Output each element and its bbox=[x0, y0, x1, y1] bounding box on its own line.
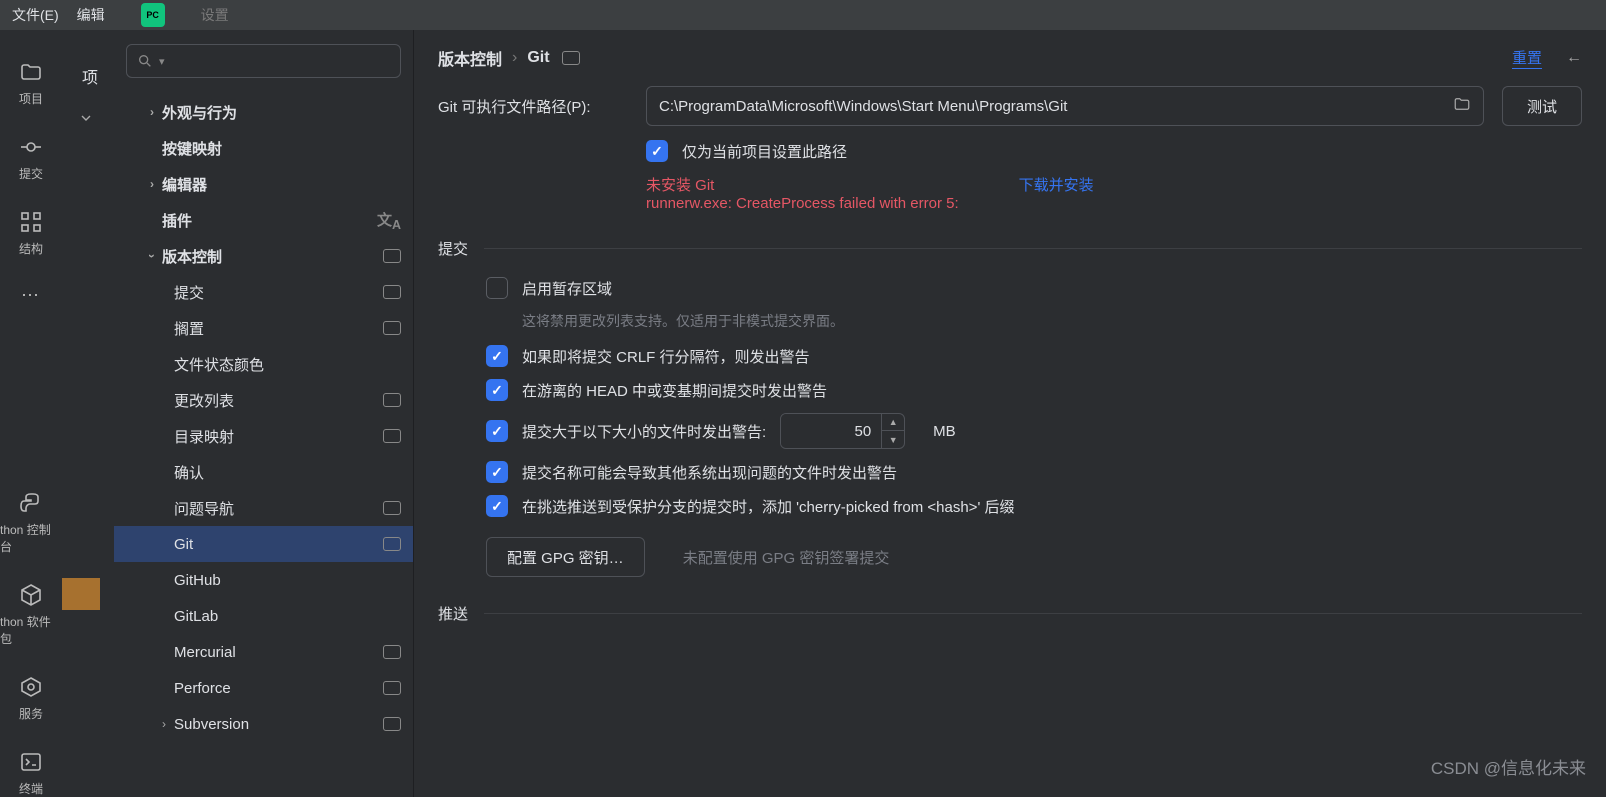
tree-plugins[interactable]: 插件文A bbox=[114, 202, 413, 238]
gpg-config-button[interactable]: 配置 GPG 密钥… bbox=[486, 537, 645, 577]
packages-icon bbox=[19, 583, 43, 607]
tree-appearance[interactable]: ›外观与行为 bbox=[114, 94, 413, 130]
warn-badnames-checkbox[interactable] bbox=[486, 461, 508, 483]
gpg-hint: 未配置使用 GPG 密钥签署提交 bbox=[683, 547, 890, 568]
tree-issue-nav[interactable]: 问题导航 bbox=[114, 490, 413, 526]
only-project-label: 仅为当前项目设置此路径 bbox=[682, 141, 847, 162]
breadcrumb-separator: › bbox=[512, 49, 517, 67]
folder-icon bbox=[19, 60, 43, 84]
tree-vcs[interactable]: ›版本控制 bbox=[114, 238, 413, 274]
project-badge-icon bbox=[383, 645, 401, 659]
tree-editor[interactable]: ›编辑器 bbox=[114, 166, 413, 202]
tool-packages[interactable]: thon 软件包 bbox=[0, 583, 62, 647]
breadcrumb: 版本控制 › Git 重置 ← bbox=[414, 30, 1606, 86]
warn-detached-checkbox[interactable] bbox=[486, 379, 508, 401]
project-collapse-label[interactable]: 项 bbox=[82, 64, 98, 88]
mid-gap: 项 bbox=[62, 30, 114, 797]
tree-shelve[interactable]: 搁置 bbox=[114, 310, 413, 346]
enable-staging-hint: 这将禁用更改列表支持。仅适用于非模式提交界面。 bbox=[522, 311, 1582, 331]
breadcrumb-vcs[interactable]: 版本控制 bbox=[438, 46, 502, 70]
project-badge-icon bbox=[383, 249, 401, 263]
project-badge-icon bbox=[562, 51, 580, 65]
tree-file-status[interactable]: 文件状态颜色 bbox=[114, 346, 413, 382]
tree-github[interactable]: GitHub bbox=[114, 562, 413, 598]
warn-size-unit: MB bbox=[933, 423, 956, 440]
tool-terminal[interactable]: 终端 bbox=[0, 750, 62, 797]
tree-subversion[interactable]: ›Subversion bbox=[114, 706, 413, 742]
menu-settings[interactable]: 设置 bbox=[201, 5, 229, 25]
breadcrumb-git: Git bbox=[527, 49, 549, 67]
language-icon: 文A bbox=[377, 209, 401, 232]
tree-dir-map[interactable]: 目录映射 bbox=[114, 418, 413, 454]
spinner-down-icon[interactable]: ▼ bbox=[882, 431, 904, 449]
project-badge-icon bbox=[383, 717, 401, 731]
menubar: 文件(E) 编辑 PC 设置 bbox=[0, 0, 1606, 30]
settings-content: 版本控制 › Git 重置 ← Git 可执行文件路径(P): C:\Progr… bbox=[414, 30, 1606, 797]
tree-confirm[interactable]: 确认 bbox=[114, 454, 413, 490]
project-badge-icon bbox=[383, 321, 401, 335]
services-icon bbox=[19, 675, 43, 699]
back-arrow-icon[interactable]: ← bbox=[1566, 49, 1582, 67]
chevron-down-icon[interactable] bbox=[78, 110, 94, 129]
test-button[interactable]: 测试 bbox=[1502, 86, 1582, 126]
project-badge-icon bbox=[383, 501, 401, 515]
tool-structure[interactable]: 结构 bbox=[0, 210, 62, 257]
git-path-input[interactable]: C:\ProgramData\Microsoft\Windows\Start M… bbox=[646, 86, 1484, 126]
download-install-link[interactable]: 下载并安装 bbox=[1019, 174, 1094, 212]
tool-iconbar: 项目 提交 结构 ⋯ thon 控制台 thon 软件包 服务 终端 bbox=[0, 30, 62, 797]
tree-mercurial[interactable]: Mercurial bbox=[114, 634, 413, 670]
runner-error: runnerw.exe: CreateProcess failed with e… bbox=[646, 195, 959, 212]
warn-crlf-label: 如果即将提交 CRLF 行分隔符，则发出警告 bbox=[522, 346, 810, 367]
tree-git[interactable]: Git bbox=[114, 526, 413, 562]
settings-tree: ▾ ›外观与行为 按键映射 ›编辑器 插件文A ›版本控制 提交 搁置 文件状态… bbox=[114, 30, 414, 797]
tree-changelists[interactable]: 更改列表 bbox=[114, 382, 413, 418]
folder-browse-icon[interactable] bbox=[1453, 95, 1471, 117]
tool-pyconsole[interactable]: thon 控制台 bbox=[0, 491, 62, 555]
tool-commit[interactable]: 提交 bbox=[0, 135, 62, 182]
project-badge-icon bbox=[383, 681, 401, 695]
warn-size-checkbox[interactable] bbox=[486, 420, 508, 442]
cherry-pick-label: 在挑选推送到受保护分支的提交时，添加 'cherry-picked from <… bbox=[522, 496, 1014, 517]
project-badge-icon bbox=[383, 429, 401, 443]
cherry-pick-checkbox[interactable] bbox=[486, 495, 508, 517]
python-icon bbox=[19, 491, 43, 515]
settings-search[interactable]: ▾ bbox=[126, 44, 401, 78]
menu-file[interactable]: 文件(E) bbox=[12, 5, 59, 25]
warn-detached-label: 在游离的 HEAD 中或变基期间提交时发出警告 bbox=[522, 380, 827, 401]
tree-gitlab[interactable]: GitLab bbox=[114, 598, 413, 634]
reset-link[interactable]: 重置 bbox=[1512, 47, 1542, 69]
tree-commit[interactable]: 提交 bbox=[114, 274, 413, 310]
push-section-header: 推送 bbox=[438, 603, 1582, 624]
size-spinner[interactable]: ▲▼ bbox=[881, 413, 904, 449]
commit-section-header: 提交 bbox=[438, 238, 1582, 259]
commit-icon bbox=[19, 135, 43, 159]
git-path-label: Git 可执行文件路径(P): bbox=[438, 96, 628, 117]
spinner-up-icon[interactable]: ▲ bbox=[882, 413, 904, 431]
warn-badnames-label: 提交名称可能会导致其他系统出现问题的文件时发出警告 bbox=[522, 462, 897, 483]
warn-crlf-checkbox[interactable] bbox=[486, 345, 508, 367]
warn-size-value[interactable] bbox=[781, 414, 881, 448]
watermark: CSDN @信息化未来 bbox=[1431, 754, 1586, 779]
structure-icon bbox=[19, 210, 43, 234]
warn-size-label: 提交大于以下大小的文件时发出警告: bbox=[522, 421, 766, 442]
tool-more[interactable]: ⋯ bbox=[0, 285, 62, 306]
project-badge-icon bbox=[383, 285, 401, 299]
tool-project[interactable]: 项目 bbox=[0, 60, 62, 107]
terminal-icon bbox=[19, 750, 43, 774]
project-badge-icon bbox=[383, 393, 401, 407]
enable-staging-label: 启用暂存区域 bbox=[522, 278, 612, 299]
search-icon bbox=[137, 53, 153, 69]
tree-keymap[interactable]: 按键映射 bbox=[114, 130, 413, 166]
enable-staging-checkbox[interactable] bbox=[486, 277, 508, 299]
project-badge-icon bbox=[383, 537, 401, 551]
tree-perforce[interactable]: Perforce bbox=[114, 670, 413, 706]
menu-edit[interactable]: 编辑 bbox=[77, 5, 105, 25]
only-project-checkbox[interactable] bbox=[646, 140, 668, 162]
tool-services[interactable]: 服务 bbox=[0, 675, 62, 722]
git-row-highlight bbox=[62, 578, 100, 610]
app-icon: PC bbox=[141, 3, 165, 27]
git-not-installed-error: 未安装 Git bbox=[646, 174, 959, 195]
